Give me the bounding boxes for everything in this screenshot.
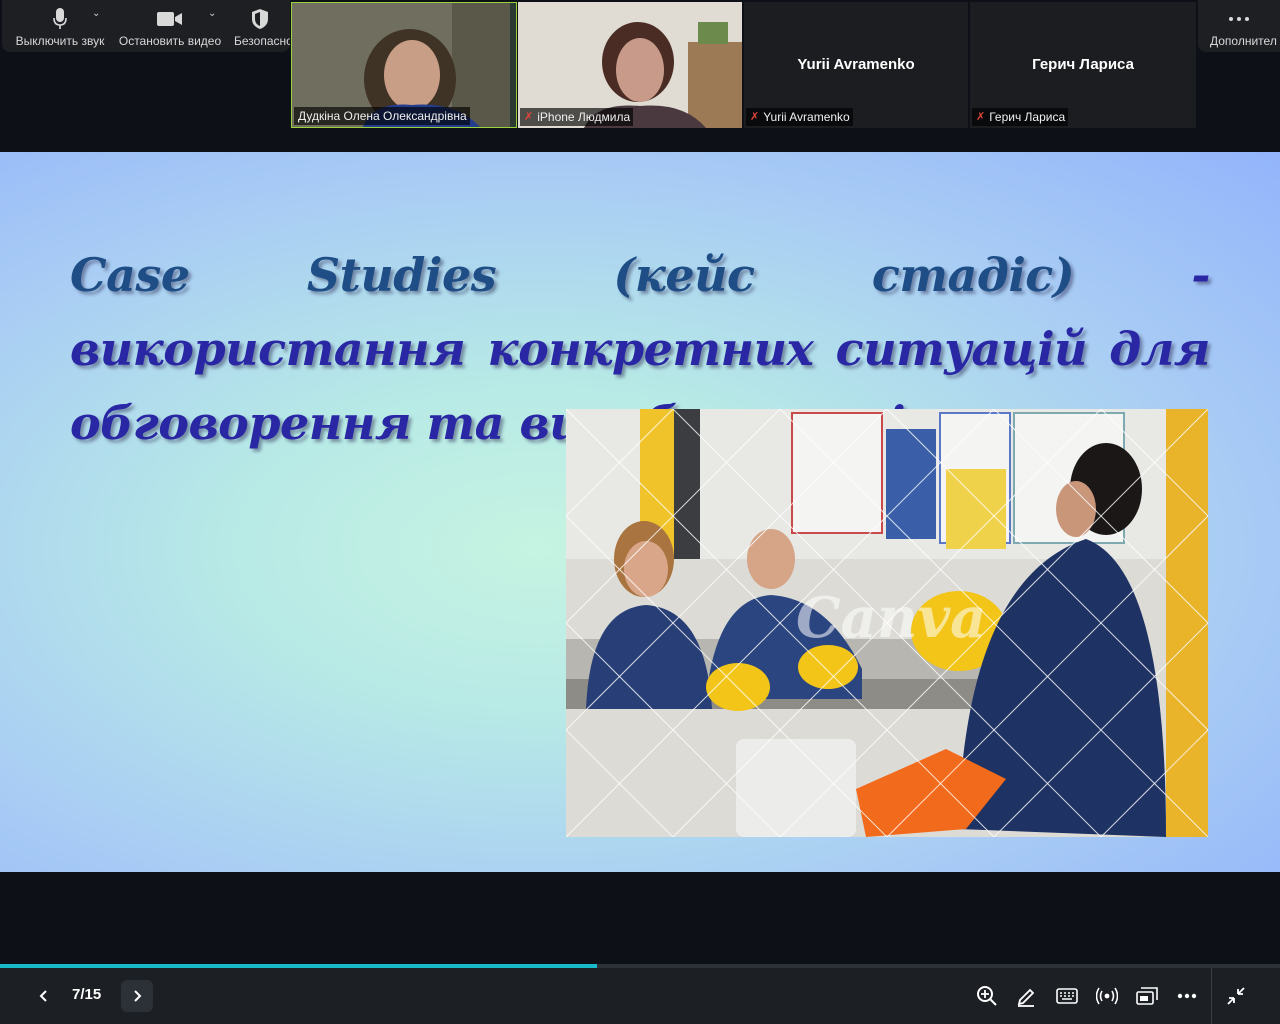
mute-label: Выключить звук	[15, 34, 105, 48]
toolbar-right-group: Дополнител	[1198, 0, 1280, 52]
zoom-meeting-window: Выключить звук ⌄ Остановить видео ⌄ Безо…	[0, 0, 1280, 1024]
more-options-button[interactable]	[1173, 982, 1201, 1010]
participant-tile-1[interactable]: Дудкіна Олена Олександрівна	[291, 2, 517, 128]
presentation-bottom-bar: 7/15	[0, 968, 1280, 1024]
annotate-button[interactable]	[1012, 982, 1040, 1010]
zoom-in-button[interactable]	[973, 982, 1001, 1010]
keyboard-icon	[1056, 988, 1078, 1004]
annotate-pen-icon	[1017, 988, 1035, 1007]
keyboard-button[interactable]	[1053, 982, 1081, 1010]
mic-muted-icon: ✗	[750, 111, 760, 123]
shield-icon	[230, 8, 290, 30]
mic-muted-icon: ✗	[524, 111, 534, 123]
chevron-left-icon	[39, 990, 47, 1002]
toolbar-divider	[1211, 968, 1212, 1024]
participant-tile-3[interactable]: Yurii Avramenko ✗ Yurii Avramenko	[744, 2, 968, 128]
participant-display-name: Yurii Avramenko	[797, 56, 915, 73]
more-label: Дополнител	[1210, 34, 1277, 48]
exit-fullscreen-button[interactable]	[1222, 982, 1250, 1010]
participant-name: Yurii Avramenko	[763, 110, 850, 124]
participant-name-tag: Дудкіна Олена Олександрівна	[294, 107, 470, 125]
participant-display-name: Герич Лариса	[1032, 56, 1134, 73]
broadcast-button[interactable]	[1093, 982, 1121, 1010]
chevron-right-icon	[134, 990, 142, 1002]
participant-name-tag: ✗ iPhone Людмила	[520, 108, 634, 126]
switch-view-button[interactable]	[1133, 982, 1161, 1010]
more-icon	[1177, 993, 1197, 999]
participant-name: iPhone Людмила	[537, 110, 631, 124]
chevron-down-icon[interactable]: ⌄	[208, 8, 216, 19]
zoom-in-icon	[977, 986, 997, 1006]
switch-view-icon	[1136, 987, 1158, 1005]
top-toolbar: Выключить звук ⌄ Остановить видео ⌄ Безо…	[0, 0, 1280, 128]
slide-photo: Canva	[566, 409, 1208, 837]
chevron-down-icon[interactable]: ⌄	[92, 8, 100, 19]
page-indicator: 7/15	[72, 986, 102, 1003]
mic-muted-icon: ✗	[976, 111, 986, 123]
exit-fullscreen-icon	[1227, 987, 1245, 1005]
participant-name-tag: ✗ Герич Лариса	[972, 108, 1069, 126]
participant-name: Герич Лариса	[989, 110, 1066, 124]
video-label: Остановить видео	[118, 34, 222, 48]
security-label: Безопасно	[234, 34, 290, 48]
next-slide-button[interactable]	[121, 980, 153, 1012]
shared-slide: Case Studies (кейс стадіс) - використанн…	[0, 152, 1280, 872]
broadcast-icon	[1096, 987, 1118, 1005]
participant-tile-4[interactable]: Герич Лариса ✗ Герич Лариса	[970, 2, 1196, 128]
canva-watermark: Canva	[796, 585, 987, 651]
participant-name-tag: ✗ Yurii Avramenko	[746, 108, 853, 126]
toolbar-left-group: Выключить звук ⌄ Остановить видео ⌄ Безо…	[2, 0, 290, 52]
participant-name: Дудкіна Олена Олександрівна	[298, 109, 467, 123]
participant-tile-2[interactable]: ✗ iPhone Людмила	[518, 2, 742, 128]
slide-title-highlight: Case Studies (кейс стадіс)	[70, 248, 1075, 302]
more-button[interactable]: Дополнител	[1198, 0, 1280, 52]
more-dots-icon	[1198, 8, 1280, 30]
previous-slide-button[interactable]	[28, 980, 60, 1012]
security-button[interactable]: Безопасно	[230, 0, 290, 52]
